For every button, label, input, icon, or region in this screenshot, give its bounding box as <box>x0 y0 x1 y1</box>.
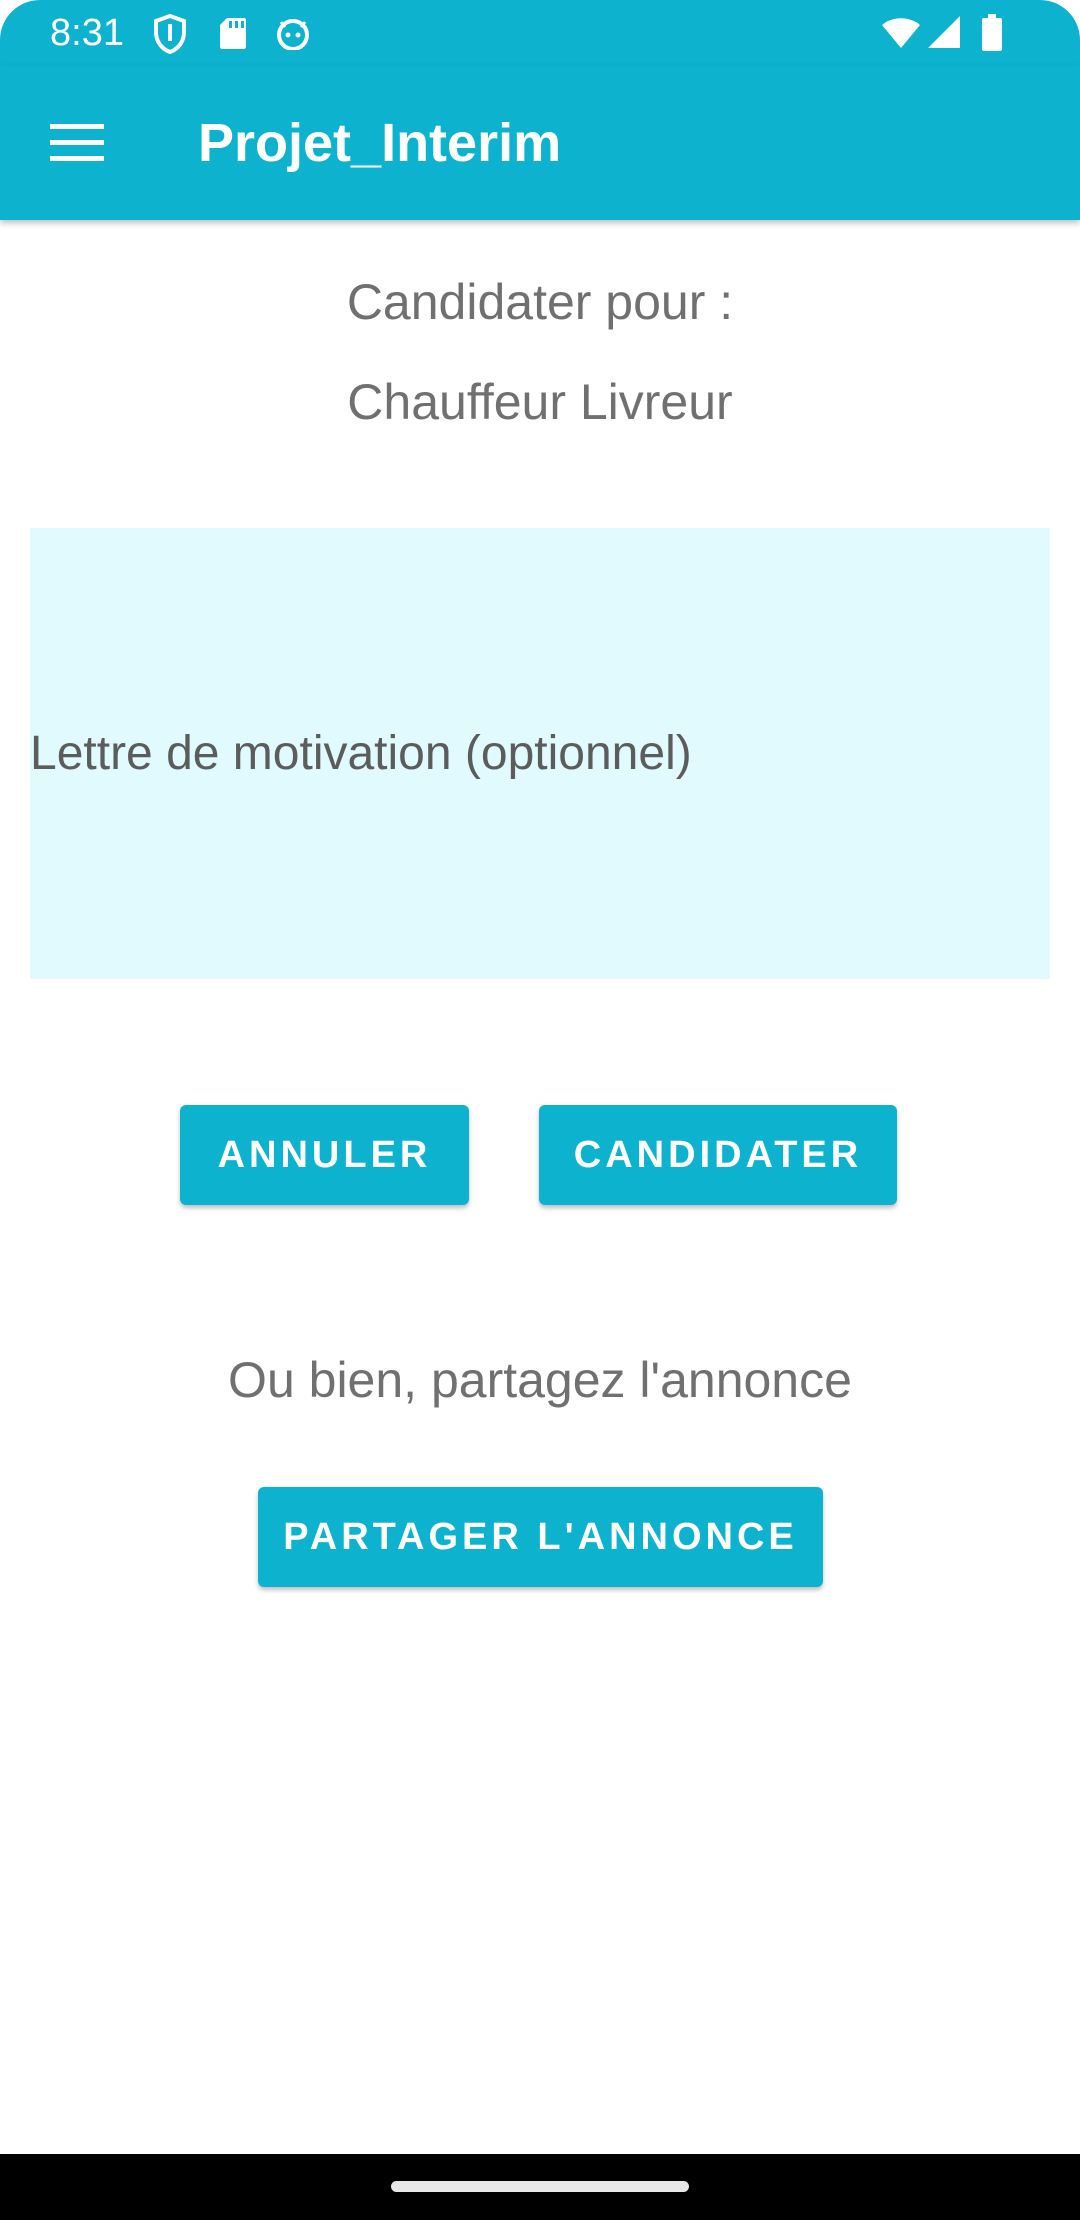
job-title: Chauffeur Livreur <box>347 374 733 430</box>
share-listing-button[interactable]: PARTAGER L'ANNONCE <box>258 1487 823 1587</box>
wifi-icon <box>882 18 920 48</box>
app-title: Projet_Interim <box>198 113 562 173</box>
hamburger-menu-icon[interactable] <box>44 118 110 168</box>
screen: 8:31 Projet_Interim Candidater pour: Ch… <box>0 0 1080 2220</box>
status-bar: 8:31 <box>0 0 1080 66</box>
apply-button[interactable]: CANDIDATER <box>539 1105 897 1205</box>
cancel-button[interactable]: ANNULER <box>180 1105 469 1205</box>
home-gesture-handle[interactable] <box>391 2181 689 2192</box>
battery-icon <box>982 14 1002 51</box>
shield-icon <box>154 14 186 54</box>
cell-signal-icon <box>928 16 960 48</box>
share-prompt: Ou bien, partagez l'annonce <box>228 1352 852 1408</box>
motivation-letter-field[interactable]: Lettre de motivation (optionnel) <box>30 528 1050 979</box>
navigation-bar <box>0 2154 1080 2220</box>
android-icon <box>277 19 309 50</box>
app-bar: Projet_Interim <box>0 66 1080 220</box>
apply-for-label: Candidater pour : <box>346 274 734 330</box>
sd-card-icon <box>220 18 246 49</box>
status-time: 8:31 <box>50 12 124 54</box>
motivation-letter-placeholder: Lettre de motivation (optionnel) <box>30 726 692 780</box>
